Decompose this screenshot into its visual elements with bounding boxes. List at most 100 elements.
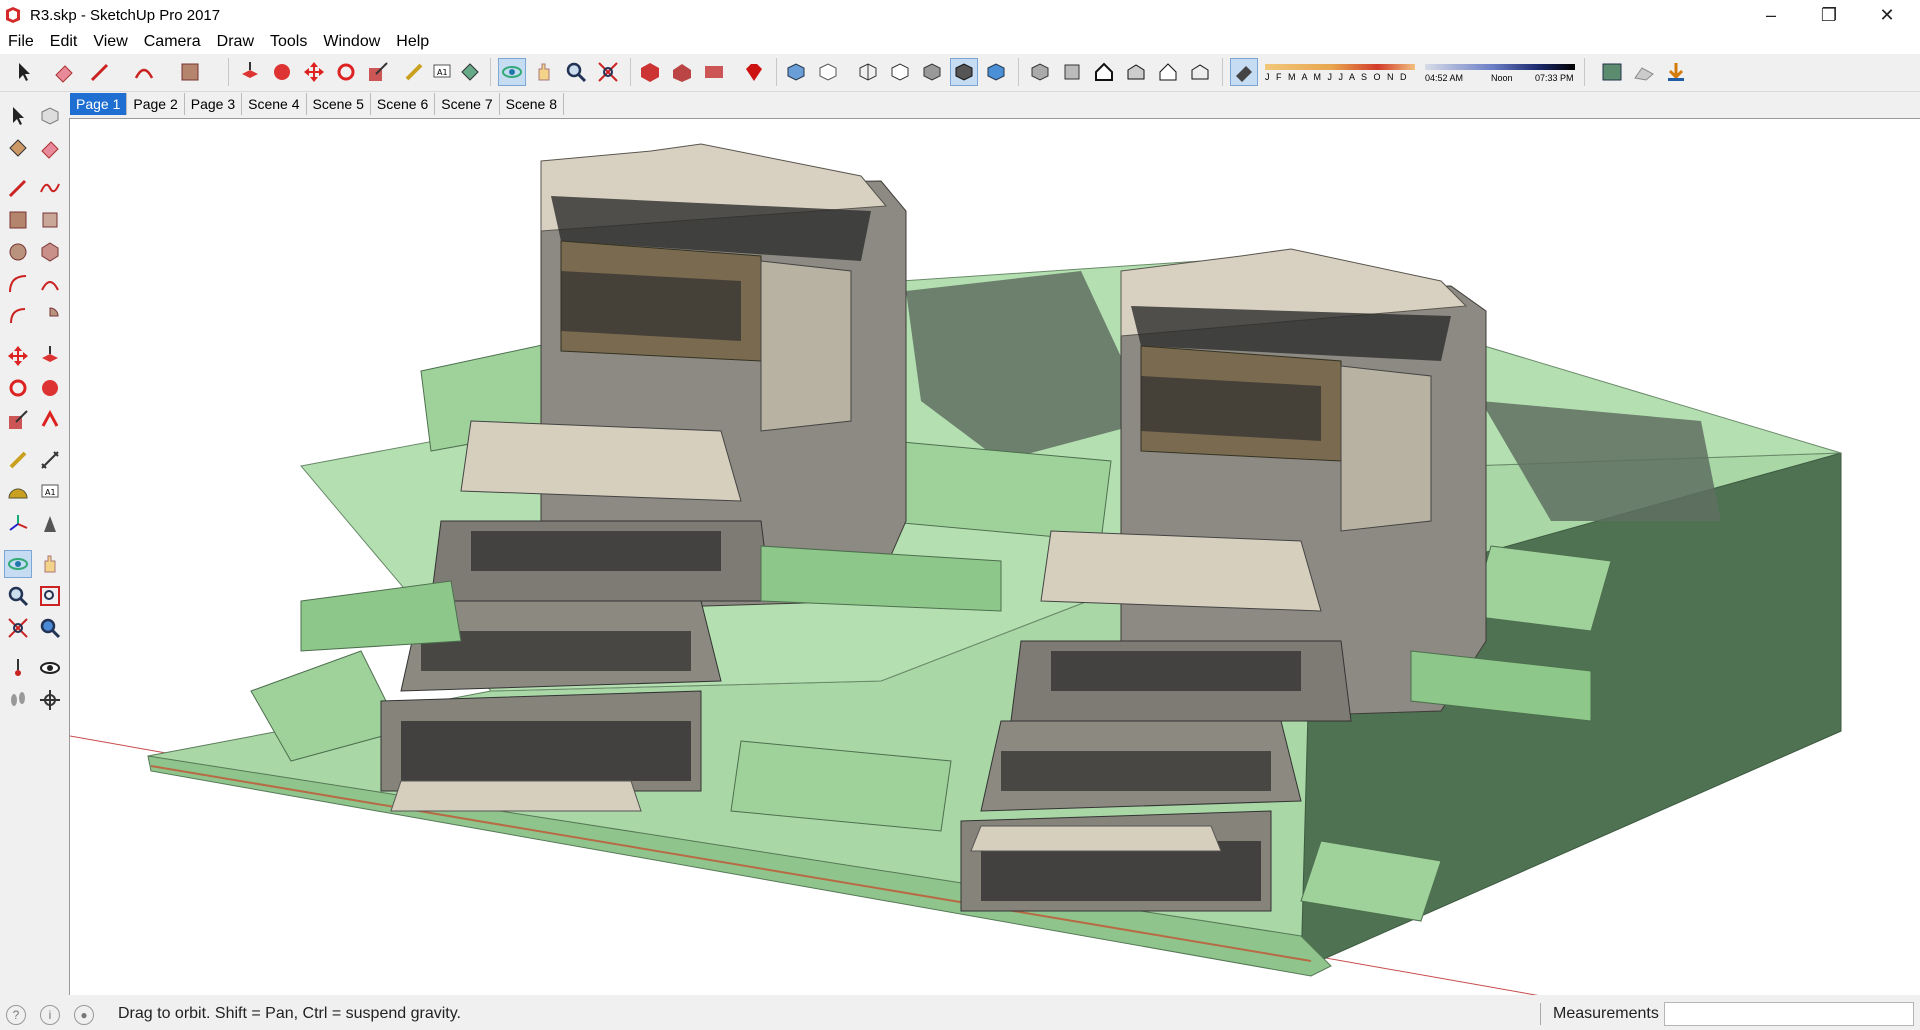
paint-bucket-tool-icon[interactable]: [4, 134, 32, 162]
rotate-tool-icon[interactable]: [332, 58, 360, 86]
menu-window[interactable]: Window: [315, 30, 388, 54]
select-tool-icon[interactable]: [4, 102, 32, 130]
tape-measure-tool-icon[interactable]: [400, 58, 428, 86]
monochrome-style-icon[interactable]: [982, 58, 1010, 86]
menu-draw[interactable]: Draw: [209, 30, 262, 54]
ruby-console-icon[interactable]: [740, 58, 768, 86]
toggle-terrain-icon[interactable]: [1630, 58, 1658, 86]
tab-scene-4[interactable]: Scene 4: [242, 93, 307, 115]
zoom-tool-icon[interactable]: [562, 58, 590, 86]
pan-tool-icon[interactable]: [530, 58, 558, 86]
front-view-icon[interactable]: [1090, 58, 1118, 86]
shaded-style-icon[interactable]: [918, 58, 946, 86]
display-shadows-icon[interactable]: [1230, 58, 1258, 86]
text-tool-icon[interactable]: A1: [36, 478, 64, 506]
rotate-tool-icon[interactable]: [4, 374, 32, 402]
tab-scene-5[interactable]: Scene 5: [307, 93, 371, 115]
back-edges-style-icon[interactable]: [814, 58, 842, 86]
tab-scene-8[interactable]: Scene 8: [500, 93, 564, 115]
previous-view-icon[interactable]: [36, 614, 64, 642]
axes-tool-icon[interactable]: [4, 510, 32, 538]
tab-page-1[interactable]: Page 1: [70, 93, 128, 115]
model-scene[interactable]: [70, 119, 1920, 995]
two-point-arc-tool-icon[interactable]: [36, 270, 64, 298]
three-point-arc-tool-icon[interactable]: [4, 302, 32, 330]
measurements-input[interactable]: [1664, 1002, 1914, 1026]
model-viewport[interactable]: [69, 118, 1920, 995]
scale-tool-icon[interactable]: [4, 406, 32, 434]
credits-icon[interactable]: i: [40, 1005, 60, 1025]
geo-location-icon[interactable]: ?: [6, 1005, 26, 1025]
freehand-tool-icon[interactable]: [36, 174, 64, 202]
arc-tool-icon[interactable]: [4, 270, 32, 298]
eraser-tool-icon[interactable]: [36, 134, 64, 162]
menu-view[interactable]: View: [85, 30, 135, 54]
menu-edit[interactable]: Edit: [42, 30, 86, 54]
extension-warehouse-icon[interactable]: [668, 58, 696, 86]
add-location-icon[interactable]: [1598, 58, 1626, 86]
section-plane-tool-icon[interactable]: [36, 686, 64, 714]
shaded-with-textures-style-icon[interactable]: [950, 58, 978, 86]
zoom-window-tool-icon[interactable]: [36, 582, 64, 610]
push-pull-tool-icon[interactable]: [36, 342, 64, 370]
close-button[interactable]: ✕: [1858, 0, 1916, 30]
make-component-icon[interactable]: [36, 102, 64, 130]
text-tool-icon[interactable]: A1: [428, 58, 456, 86]
orbit-tool-icon[interactable]: [4, 550, 32, 578]
zoom-extents-tool-icon[interactable]: [4, 614, 32, 642]
menu-file[interactable]: File: [0, 30, 42, 54]
pie-tool-icon[interactable]: [36, 302, 64, 330]
tab-scene-6[interactable]: Scene 6: [371, 93, 436, 115]
maximize-button[interactable]: ❐: [1800, 0, 1858, 30]
rectangle-tool-icon[interactable]: [4, 206, 32, 234]
move-tool-icon[interactable]: [300, 58, 328, 86]
zoom-tool-icon[interactable]: [4, 582, 32, 610]
iso-view-icon[interactable]: [1026, 58, 1054, 86]
back-view-icon[interactable]: [1154, 58, 1182, 86]
polygon-tool-icon[interactable]: [36, 238, 64, 266]
arc-tool-icon[interactable]: [130, 58, 158, 86]
user-account-icon[interactable]: ●: [74, 1005, 94, 1025]
zoom-extents-tool-icon[interactable]: [594, 58, 622, 86]
right-view-icon[interactable]: [1122, 58, 1150, 86]
3d-text-tool-icon[interactable]: [36, 510, 64, 538]
move-tool-icon[interactable]: [4, 342, 32, 370]
walk-tool-icon[interactable]: [4, 686, 32, 714]
rotated-rectangle-tool-icon[interactable]: [36, 206, 64, 234]
tab-page-2[interactable]: Page 2: [127, 93, 185, 115]
follow-me-tool-icon[interactable]: [36, 374, 64, 402]
3d-warehouse-icon[interactable]: [636, 58, 664, 86]
line-tool-icon[interactable]: [4, 174, 32, 202]
shadow-time-slider[interactable]: 04:52 AM Noon 07:33 PM: [1425, 60, 1575, 84]
scale-tool-icon[interactable]: [364, 58, 392, 86]
offset-tool-icon[interactable]: [36, 406, 64, 434]
push-pull-tool-icon[interactable]: [236, 58, 264, 86]
top-view-icon[interactable]: [1058, 58, 1086, 86]
menu-camera[interactable]: Camera: [136, 30, 209, 54]
wireframe-style-icon[interactable]: [854, 58, 882, 86]
tab-scene-7[interactable]: Scene 7: [435, 93, 500, 115]
eraser-tool-icon[interactable]: [50, 58, 78, 86]
pan-tool-icon[interactable]: [36, 550, 64, 578]
dimension-tool-icon[interactable]: [36, 446, 64, 474]
look-around-tool-icon[interactable]: [36, 654, 64, 682]
tab-page-3[interactable]: Page 3: [185, 93, 243, 115]
left-view-icon[interactable]: [1186, 58, 1214, 86]
orbit-tool-icon[interactable]: [498, 58, 526, 86]
rectangle-tool-icon[interactable]: [176, 58, 204, 86]
shadow-month-slider[interactable]: J F M A M J J A S O N D: [1265, 60, 1415, 84]
menu-tools[interactable]: Tools: [262, 30, 315, 54]
position-camera-tool-icon[interactable]: [4, 654, 32, 682]
share-model-icon[interactable]: [700, 58, 728, 86]
xray-style-icon[interactable]: [782, 58, 810, 86]
line-tool-icon[interactable]: [86, 58, 114, 86]
protractor-tool-icon[interactable]: [4, 478, 32, 506]
menu-help[interactable]: Help: [388, 30, 437, 54]
paint-bucket-tool-icon[interactable]: [456, 58, 484, 86]
hidden-line-style-icon[interactable]: [886, 58, 914, 86]
follow-me-tool-icon[interactable]: [268, 58, 296, 86]
select-tool-icon[interactable]: [10, 58, 38, 86]
minimize-button[interactable]: –: [1742, 0, 1800, 30]
tape-measure-tool-icon[interactable]: [4, 446, 32, 474]
circle-tool-icon[interactable]: [4, 238, 32, 266]
